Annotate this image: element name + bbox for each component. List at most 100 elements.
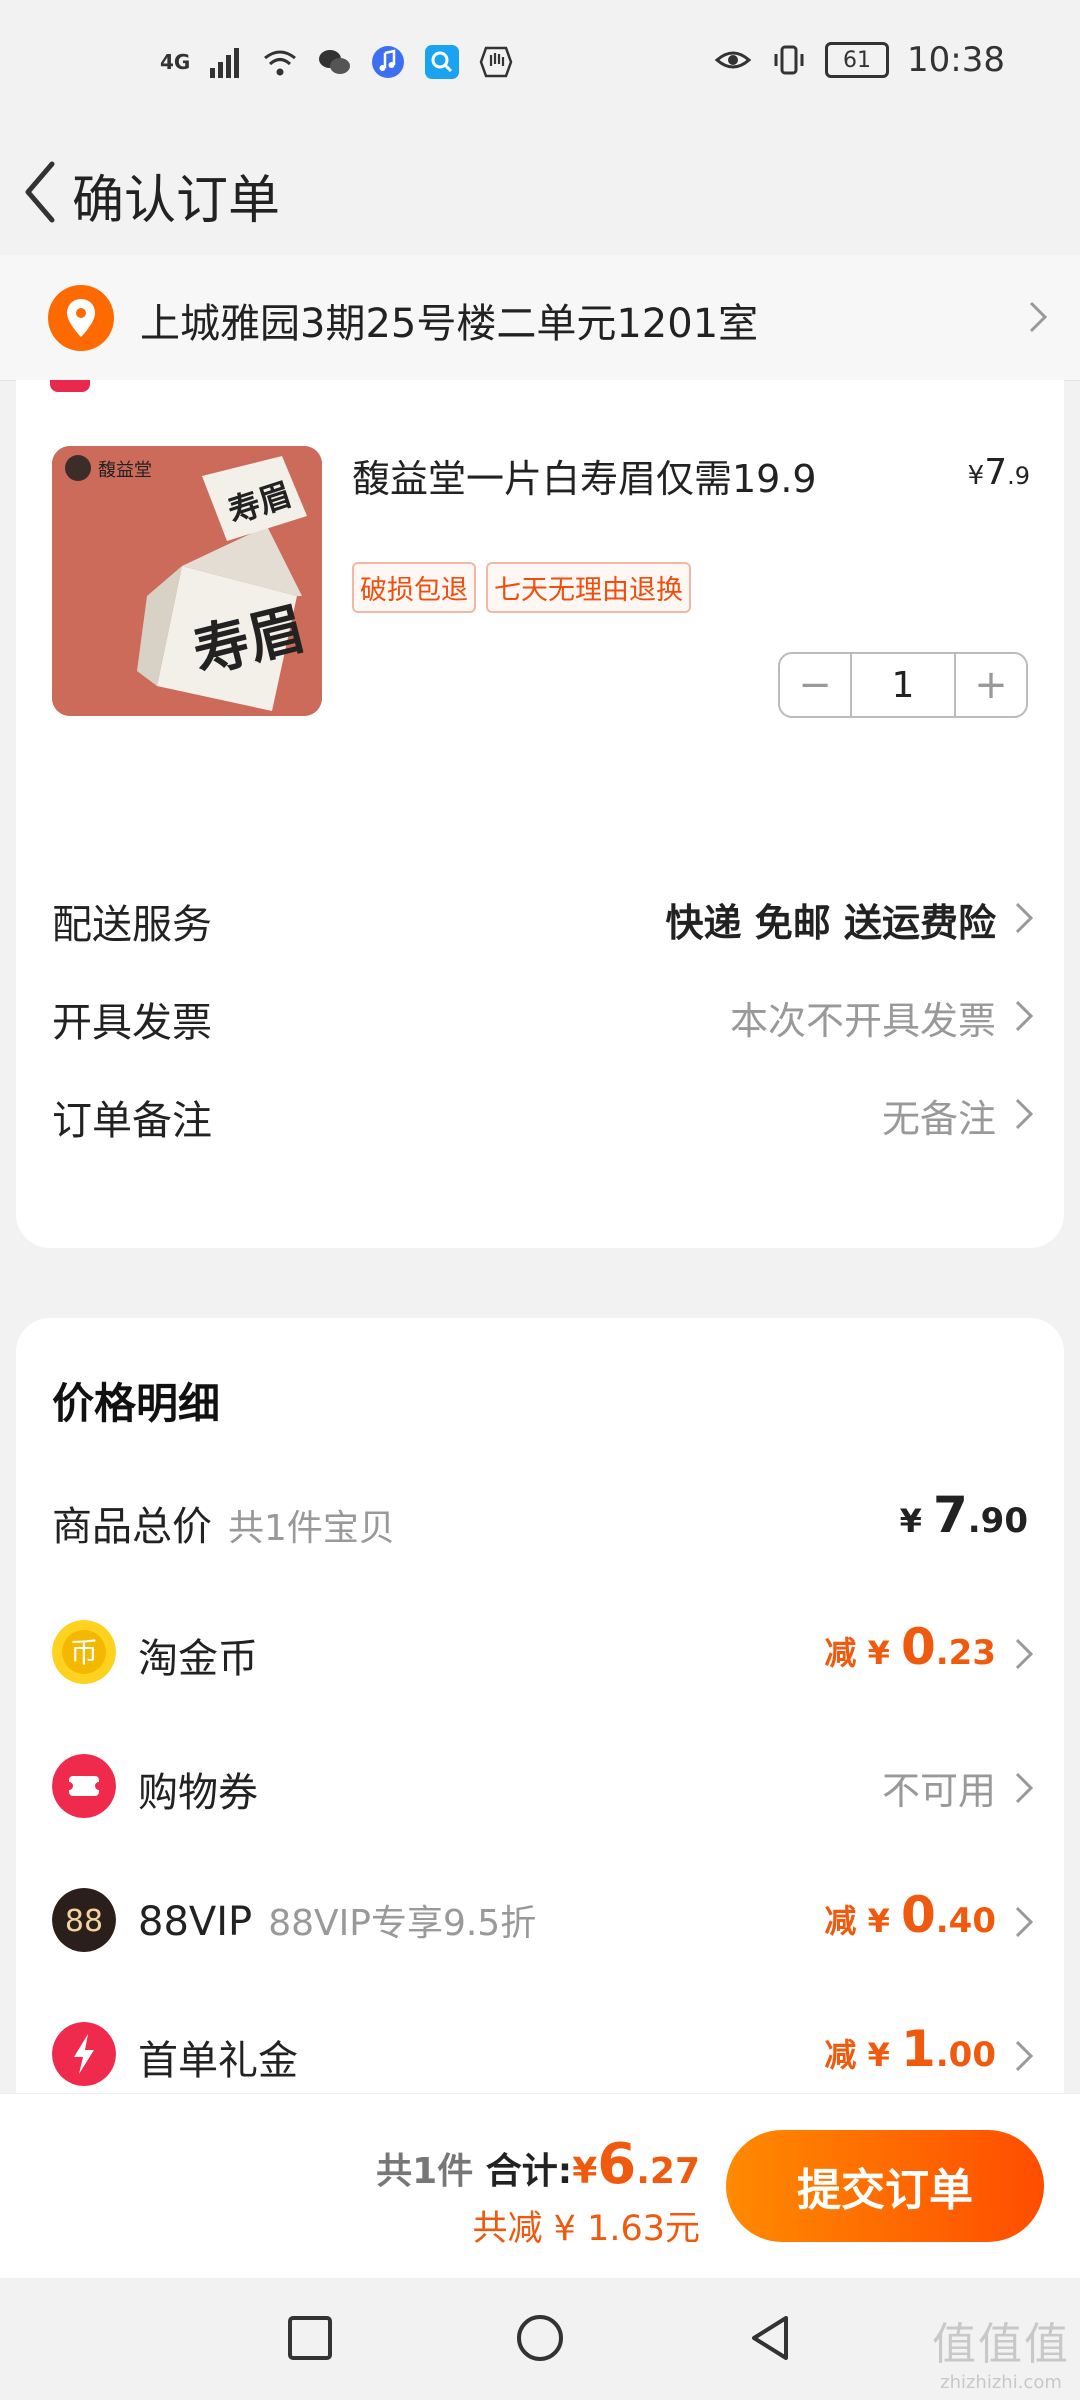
chevron-right-icon <box>1015 1638 1034 1670</box>
price-detail-title: 价格明细 <box>52 1379 221 1428</box>
delivery-service-row[interactable]: 配送服务 快递 免邮 送运费险 <box>16 866 1064 966</box>
wechat-icon <box>319 50 351 74</box>
item-count: 共1件 <box>376 2151 474 2192</box>
product-image[interactable]: 馥益堂 寿眉 寿眉 <box>52 446 322 716</box>
chevron-right-icon <box>1029 301 1048 333</box>
discount-prefix: 减 <box>824 1634 857 1672</box>
total-decimal: .27 <box>636 2151 700 2192</box>
recent-apps-icon[interactable] <box>280 2308 340 2368</box>
status-time: 10:38 <box>907 40 1005 80</box>
watermark-url: zhizhizhi.com <box>940 2372 1062 2393</box>
page-title: 确认订单 <box>72 171 281 231</box>
gold-coin-icon: 币 <box>52 1620 116 1684</box>
order-note-label: 订单备注 <box>52 1098 212 1144</box>
first-order-gift-discount: 减 ¥ 1.00 <box>824 2020 996 2078</box>
discount-prefix: 减 <box>824 2036 857 2074</box>
delivery-service-value: 快递 免邮 送运费险 <box>665 901 996 945</box>
goods-total-count: 共1件宝贝 <box>228 1508 395 1549</box>
order-note-row[interactable]: 订单备注 无备注 <box>16 1062 1064 1162</box>
discount-integer: 0 <box>900 1886 936 1944</box>
vip88-icon: 88 <box>52 1888 116 1952</box>
goods-total-decimal: .90 <box>967 1501 1028 1541</box>
decrease-button[interactable]: − <box>780 654 850 716</box>
back-arrow-icon[interactable] <box>12 152 72 232</box>
signal-icon <box>210 48 240 78</box>
discount-prefix: 减 <box>824 1902 857 1940</box>
goods-total-integer: 7 <box>932 1486 968 1544</box>
submit-order-button[interactable]: 提交订单 <box>726 2130 1044 2242</box>
price-integer: 7 <box>984 452 1008 493</box>
quantity-value[interactable]: 1 <box>850 654 956 716</box>
order-note-value: 无备注 <box>881 1097 996 1141</box>
taojinbi-discount: 减 ¥ 0.23 <box>824 1618 996 1676</box>
goods-total-symbol: ¥ <box>899 1502 922 1540</box>
chevron-right-icon <box>1015 2040 1034 2072</box>
battery-level: 61 <box>843 47 872 73</box>
address-bar[interactable]: 上城雅园3期25号楼二单元1201室 <box>0 255 1080 381</box>
discount-symbol: ¥ <box>867 2036 890 2074</box>
chevron-right-icon <box>1015 1772 1034 1804</box>
lightning-icon <box>52 2022 116 2086</box>
total-amount: ¥6.27 <box>572 2132 700 2197</box>
invoice-label: 开具发票 <box>52 1000 212 1046</box>
status-icons-left: 4G <box>160 44 514 80</box>
goods-total-text: 商品总价 <box>52 1504 212 1550</box>
goods-total-row: 商品总价 共1件宝贝 ¥ 7.90 <box>16 1468 1064 1578</box>
wifi-icon <box>264 50 297 76</box>
coupon-ticket-icon <box>52 1754 116 1818</box>
vibrate-icon <box>774 45 804 75</box>
search-app-icon <box>425 45 460 79</box>
taojinbi-row[interactable]: 币 淘金币 减 ¥ 0.23 <box>16 1600 1064 1710</box>
checkout-bar: 共1件 合计:¥6.27 共减 ¥ 1.63元 提交订单 <box>0 2093 1080 2279</box>
discount-integer: 1 <box>900 2020 936 2078</box>
chevron-right-icon <box>1015 902 1034 934</box>
chevron-right-icon <box>1015 1098 1034 1130</box>
vip88-label: 88VIP 88VIP专享9.5折 <box>138 1894 536 1946</box>
invoice-value: 本次不开具发票 <box>729 999 996 1043</box>
discount-decimal: .40 <box>935 1901 996 1941</box>
vip88-discount: 减 ¥ 0.40 <box>824 1886 996 1944</box>
goods-total-value: ¥ 7.90 <box>900 1486 1028 1544</box>
shopping-coupon-row[interactable]: 购物券 不可用 <box>16 1734 1064 1844</box>
shop-badge <box>50 380 90 392</box>
svg-text:币: 币 <box>70 1636 98 1669</box>
goods-total-label: 商品总价 共1件宝贝 <box>52 1494 395 1552</box>
total-savings: 共减 ¥ 1.63元 <box>472 2209 700 2249</box>
status-bar: 4G 61 10:38 <box>0 0 1080 130</box>
address-text: 上城雅园3期25号楼二单元1201室 <box>140 301 759 347</box>
discount-symbol: ¥ <box>867 1902 890 1940</box>
product-brand-label: 馥益堂 <box>98 460 152 481</box>
status-icons-right: 61 10:38 <box>713 40 1005 80</box>
total-integer: 6 <box>597 2132 637 2197</box>
increase-button[interactable]: + <box>956 654 1026 716</box>
product-name[interactable]: 馥益堂一片白寿眉仅需19.9 <box>352 448 817 503</box>
taojinbi-label: 淘金币 <box>138 1636 258 1682</box>
service-tags: 破损包退 七天无理由退换 <box>352 562 691 613</box>
back-triangle-icon[interactable] <box>740 2308 800 2368</box>
quantity-stepper: − 1 + <box>778 652 1028 718</box>
order-total: 共1件 合计:¥6.27 <box>376 2132 700 2197</box>
location-pin-icon <box>48 285 114 351</box>
network-type-label: 4G <box>160 50 191 74</box>
first-order-gift-label: 首单礼金 <box>138 2038 298 2084</box>
system-nav-bar: 值值值 zhizhizhi.com <box>0 2278 1080 2400</box>
tag-seven-day-return: 七天无理由退换 <box>486 562 691 613</box>
discount-decimal: .23 <box>935 1633 996 1673</box>
price-symbol: ¥ <box>967 461 985 491</box>
svg-text:88: 88 <box>65 1904 103 1939</box>
battery-indicator: 61 <box>825 42 890 78</box>
price-decimal: .9 <box>1007 462 1030 490</box>
invoice-row[interactable]: 开具发票 本次不开具发票 <box>16 964 1064 1064</box>
music-app-icon <box>372 46 405 78</box>
home-icon[interactable] <box>510 2308 570 2368</box>
vip88-row[interactable]: 88 88VIP 88VIP专享9.5折 减 ¥ 0.40 <box>16 1868 1064 1978</box>
discount-integer: 0 <box>900 1618 936 1676</box>
total-label: 合计: <box>485 2151 573 2192</box>
eye-icon <box>714 51 752 69</box>
watermark-text: 值值值 <box>932 2319 1070 2370</box>
shopping-coupon-label: 购物券 <box>138 1770 258 1816</box>
watermark: 值值值 zhizhizhi.com <box>932 2308 1070 2393</box>
discount-symbol: ¥ <box>867 1634 890 1672</box>
total-symbol: ¥ <box>572 2151 598 2192</box>
vip88-sub: 88VIP专享9.5折 <box>268 1903 537 1944</box>
